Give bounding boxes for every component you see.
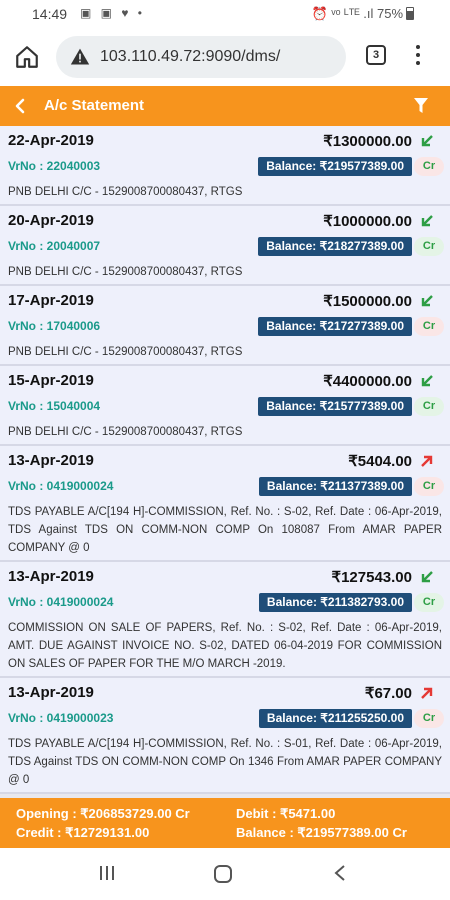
status-bar: 14:49 ▣ ▣ ♥ • ⏰ ᵛᵒ ᴸᵀᴱ .ıl 75%: [0, 0, 450, 28]
entry-amount: ₹4400000.00: [323, 373, 412, 390]
entry-date: 15-Apr-2019: [8, 372, 94, 389]
cr-dr-badge: Cr: [414, 397, 444, 416]
browser-toolbar: 103.110.49.72:9090/dms/ 3: [0, 28, 450, 86]
cr-dr-badge: Cr: [414, 709, 444, 728]
status-indicators: ⏰ ᵛᵒ ᴸᵀᴱ .ıl 75%: [311, 6, 403, 21]
entry-date: 13-Apr-2019: [8, 684, 94, 701]
status-right: ⏰ ᵛᵒ ᴸᵀᴱ .ıl 75%: [312, 6, 414, 22]
debit-arrow-icon: [421, 687, 433, 699]
entry-amount: ₹67.00: [364, 685, 412, 702]
credit-arrow-icon: [421, 295, 433, 307]
statement-list[interactable]: 22-Apr-2019 ₹1300000.00 VrNo : 22040003 Bal…: [0, 126, 450, 798]
system-nav-bar: [0, 848, 450, 900]
balance-badge: Balance: ₹215777389.00: [258, 397, 412, 416]
summary-footer: Opening : ₹206853729.00 Cr Debit : ₹5471…: [0, 798, 450, 848]
page-title: A/c Statement: [44, 97, 145, 114]
balance-badge: Balance: ₹219577389.00: [258, 157, 412, 176]
status-time: 14:49: [32, 6, 68, 22]
back-nav-icon[interactable]: [332, 864, 348, 882]
voucher-number[interactable]: VrNo : 20040007: [8, 239, 100, 253]
back-arrow-icon[interactable]: [10, 95, 30, 117]
debit-arrow-icon: [421, 455, 433, 467]
entry-date: 20-Apr-2019: [8, 212, 94, 229]
cr-dr-badge: Cr: [414, 317, 444, 336]
entry-narration: PNB DELHI C/C - 1529008700080437, RTGS: [8, 266, 243, 278]
entry-amount: ₹127543.00: [331, 569, 412, 586]
recents-icon[interactable]: [98, 864, 116, 882]
statement-entry[interactable]: 22-Apr-2019 ₹1300000.00 VrNo : 22040003 Bal…: [0, 126, 450, 206]
closing-balance: Balance : ₹219577389.00 Cr: [236, 825, 407, 840]
credit-arrow-icon: [421, 375, 433, 387]
entry-amount: ₹1300000.00: [323, 133, 412, 150]
voucher-number[interactable]: VrNo : 17040006: [8, 319, 100, 333]
voucher-number[interactable]: VrNo : 0419000024: [8, 595, 113, 609]
app-header: A/c Statement: [0, 86, 450, 126]
balance-badge: Balance: ₹211382793.00: [258, 593, 412, 612]
entry-narration: TDS PAYABLE A/C[194 H]-COMMISSION, Ref. …: [8, 738, 442, 786]
credit-total: Credit : ₹12729131.00: [16, 825, 150, 840]
cr-dr-badge: Cr: [414, 157, 444, 176]
entry-amount: ₹5404.00: [348, 453, 412, 470]
entry-date: 13-Apr-2019: [8, 452, 94, 469]
voucher-number[interactable]: VrNo : 0419000024: [8, 479, 113, 493]
cr-dr-badge: Cr: [414, 477, 444, 496]
credit-arrow-icon: [421, 135, 433, 147]
address-bar[interactable]: 103.110.49.72:9090/dms/: [56, 36, 346, 78]
entry-narration: PNB DELHI C/C - 1529008700080437, RTGS: [8, 346, 243, 358]
voucher-number[interactable]: VrNo : 0419000023: [8, 711, 113, 725]
balance-badge: Balance: ₹218277389.00: [258, 237, 412, 256]
statement-entry[interactable]: 13-Apr-2019 ₹5404.00 VrNo : 0419000024 Bala…: [0, 446, 450, 562]
cr-dr-badge: Cr: [414, 237, 444, 256]
cr-dr-badge: Cr: [414, 593, 444, 612]
statement-entry[interactable]: 15-Apr-2019 ₹4400000.00 VrNo : 15040004 Bal…: [0, 366, 450, 446]
opening-balance: Opening : ₹206853729.00 Cr: [16, 806, 190, 821]
voucher-number[interactable]: VrNo : 15040004: [8, 399, 100, 413]
statement-entry[interactable]: 17-Apr-2019 ₹1500000.00 VrNo : 17040006 Bal…: [0, 286, 450, 366]
credit-arrow-icon: [421, 215, 433, 227]
statement-entry[interactable]: 13-Apr-2019 ₹127543.00 VrNo : 0419000024 Ba…: [0, 562, 450, 678]
balance-badge: Balance: ₹217277389.00: [258, 317, 412, 336]
credit-arrow-icon: [421, 571, 433, 583]
entry-date: 22-Apr-2019: [8, 132, 94, 149]
entry-date: 13-Apr-2019: [8, 568, 94, 585]
entry-date: 17-Apr-2019: [8, 292, 94, 309]
entry-amount: ₹1500000.00: [323, 293, 412, 310]
statement-entry[interactable]: 20-Apr-2019 ₹1000000.00 VrNo : 20040007 Bal…: [0, 206, 450, 286]
filter-icon[interactable]: [414, 98, 428, 114]
debit-total: Debit : ₹5471.00: [236, 806, 336, 821]
home-icon[interactable]: [14, 44, 40, 70]
voucher-number[interactable]: VrNo : 22040003: [8, 159, 100, 173]
statement-entry[interactable]: 13-Apr-2019 ₹67.00 VrNo : 0419000023 Balanc…: [0, 678, 450, 794]
notification-icons: ▣ ▣ ♥ •: [80, 6, 146, 20]
home-nav-icon[interactable]: [213, 864, 233, 884]
entry-narration: TDS PAYABLE A/C[194 H]-COMMISSION, Ref. …: [8, 506, 442, 554]
more-menu-icon[interactable]: [414, 42, 422, 70]
battery-icon: [406, 7, 414, 20]
tab-switcher-button[interactable]: 3: [366, 45, 386, 65]
url-text[interactable]: 103.110.49.72:9090/dms/: [100, 48, 280, 66]
balance-badge: Balance: ₹211255250.00: [258, 709, 412, 728]
balance-badge: Balance: ₹211377389.00: [258, 477, 412, 496]
entry-amount: ₹1000000.00: [323, 213, 412, 230]
entry-narration: PNB DELHI C/C - 1529008700080437, RTGS: [8, 426, 243, 438]
entry-narration: COMMISSION ON SALE OF PAPERS, Ref. No. :…: [8, 622, 442, 670]
entry-narration: PNB DELHI C/C - 1529008700080437, RTGS: [8, 186, 243, 198]
warning-icon[interactable]: [70, 47, 90, 67]
